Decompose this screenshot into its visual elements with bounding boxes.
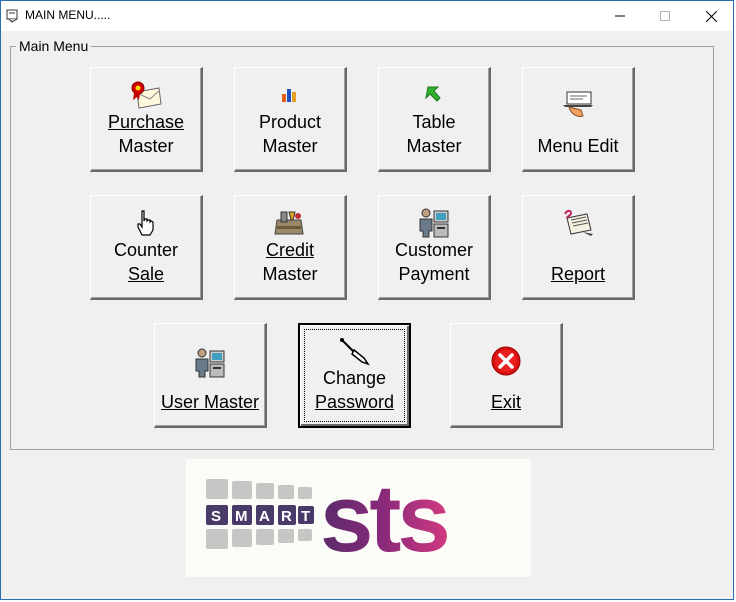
certificate-icon [129, 78, 163, 112]
key-icon [338, 335, 372, 369]
product-master-line2: Master [262, 136, 318, 156]
credit-master-button[interactable]: Credit Master [234, 195, 347, 300]
table-master-line2: Master [406, 136, 462, 156]
table-master-line1: Table [412, 112, 456, 132]
minimize-icon [615, 15, 625, 17]
report-button[interactable]: Report [522, 195, 635, 300]
product-master-button[interactable]: Product Master [234, 67, 347, 172]
svg-text:S: S [211, 508, 221, 525]
person-computer-icon [193, 346, 227, 380]
customer-payment-button[interactable]: Customer Payment [378, 195, 491, 300]
product-master-line1: Product [258, 112, 322, 132]
smart-sts-logo: S M A R T sts [186, 459, 531, 577]
purchase-master-line1: Purchase [107, 112, 185, 132]
green-arrow-icon [417, 78, 451, 112]
bar-chart-icon [273, 78, 307, 112]
user-master-button[interactable]: User Master [154, 323, 267, 428]
menu-edit-line2: Menu Edit [537, 136, 619, 156]
change-password-line2: Password [314, 392, 395, 412]
change-password-line1: Change [322, 368, 387, 388]
title-bar[interactable]: MAIN MENU..... [1, 1, 733, 31]
user-master-line2: User Master [160, 392, 259, 412]
person-computer-icon [417, 206, 451, 240]
svg-text:M: M [235, 508, 248, 525]
counter-sale-button[interactable]: Counter Sale [90, 195, 203, 300]
purchase-master-button[interactable]: Purchase Master [90, 67, 203, 172]
report-line2: Report [550, 264, 606, 284]
main-menu-window: MAIN MENU..... Main Menu Purchase Master [0, 0, 734, 600]
change-password-button[interactable]: Change Password [298, 323, 411, 428]
window-app-icon [6, 9, 18, 23]
toolbox-icon [273, 206, 307, 240]
credit-master-line1: Credit [265, 240, 314, 260]
minimize-button[interactable] [597, 1, 643, 31]
close-icon [705, 10, 717, 22]
svg-text:T: T [301, 508, 310, 525]
table-master-button[interactable]: Table Master [378, 67, 491, 172]
hand-pointer-icon [129, 206, 163, 240]
svg-text:A: A [259, 508, 270, 525]
logo-sts-text: sts [320, 465, 447, 572]
purchase-master-line2: Master [118, 136, 174, 156]
counter-sale-line1: Counter [113, 240, 179, 260]
serving-tray-icon [561, 88, 595, 122]
close-button[interactable] [688, 1, 734, 31]
exit-line2: Exit [490, 392, 521, 412]
counter-sale-line2: Sale [127, 264, 165, 284]
window-title: MAIN MENU..... [25, 8, 111, 22]
customer-payment-line2: Payment [398, 264, 470, 284]
exit-button[interactable]: Exit [450, 323, 563, 428]
maximize-button[interactable] [642, 1, 688, 31]
svg-text:R: R [281, 508, 292, 525]
logo-graphic: S M A R T sts [206, 465, 451, 572]
maximize-icon [660, 11, 670, 21]
group-label: Main Menu [16, 38, 92, 54]
red-x-icon [489, 344, 523, 378]
credit-master-line2: Master [262, 264, 318, 284]
menu-edit-button[interactable]: Menu Edit [522, 67, 635, 172]
report-pad-icon [561, 206, 595, 240]
customer-payment-line1: Customer [394, 240, 474, 260]
